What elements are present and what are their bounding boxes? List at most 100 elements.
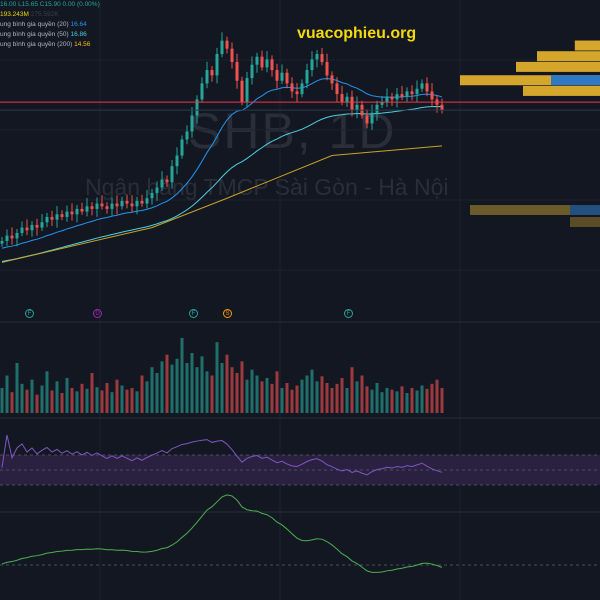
candle: [105, 206, 109, 209]
volume-profile-bar-up: [570, 205, 600, 215]
candle: [215, 54, 219, 76]
volume-bar: [405, 393, 409, 413]
candle: [70, 211, 74, 215]
candle: [260, 56, 264, 68]
volume-bar: [235, 373, 239, 413]
ma-value: 16.86: [70, 31, 87, 38]
ma-value: 14.56: [74, 41, 91, 48]
candle: [275, 70, 279, 81]
ma200-line: [1, 145, 443, 263]
candle: [185, 131, 189, 140]
candle: [290, 83, 294, 92]
volume-bar: [320, 376, 324, 413]
candle: [95, 203, 99, 209]
event-marker[interactable]: D: [93, 309, 102, 318]
volume-bar: [425, 388, 429, 413]
volume-bar: [165, 354, 169, 413]
candle: [170, 166, 174, 183]
candle: [10, 235, 14, 239]
candle: [15, 232, 19, 239]
candle: [405, 91, 409, 97]
candle: [200, 83, 204, 100]
volume-bar: [430, 383, 434, 413]
candle: [50, 216, 54, 220]
volume-bar: [340, 378, 344, 413]
volume-profile-bar: [537, 51, 600, 62]
volume-bar: [370, 389, 374, 413]
volume-bar: [15, 363, 19, 413]
volume-bar: [90, 373, 94, 413]
candle: [390, 96, 394, 100]
volume-bar: [60, 393, 64, 413]
candle: [320, 54, 324, 63]
volume-bar: [385, 388, 389, 413]
volume-bar: [0, 388, 4, 413]
candle: [125, 200, 129, 204]
volume-bar: [185, 363, 189, 413]
volume-profile-bar: [570, 217, 600, 227]
volume-bar: [310, 369, 314, 413]
volume-bar: [255, 375, 259, 413]
candle: [135, 200, 139, 207]
candle: [220, 40, 224, 55]
volume-bar: [225, 354, 229, 413]
candle: [210, 70, 214, 76]
volume-bar: [365, 386, 369, 413]
legend: 16.00 L15.65 C15.90 0.00 (0.00%) 193.243…: [0, 0, 100, 50]
event-marker[interactable]: F: [25, 309, 34, 318]
volume-bar: [415, 390, 419, 413]
candle: [280, 72, 284, 81]
event-marker[interactable]: S: [223, 309, 232, 318]
candle: [160, 179, 164, 188]
volume-bar: [115, 379, 119, 413]
volume-bar: [30, 379, 34, 413]
candle: [0, 240, 4, 244]
candle: [375, 104, 379, 113]
volume-bar: [420, 385, 424, 413]
candle: [225, 40, 229, 49]
volume-bar: [10, 392, 14, 413]
candle: [400, 94, 404, 97]
ma200-legend[interactable]: ung bình gia quyền (200) 14.56: [0, 40, 100, 50]
volume-bar: [355, 381, 359, 413]
volume-bar: [100, 390, 104, 413]
volume-bar: [375, 383, 379, 413]
candle: [100, 203, 104, 207]
event-marker[interactable]: F: [344, 309, 353, 318]
volume-bar: [300, 379, 304, 413]
volume-bar: [95, 387, 99, 413]
candle: [270, 59, 274, 71]
volume-profile-bar-up: [551, 75, 600, 86]
ma50-legend[interactable]: ung bình gia quyền (50) 16.86: [0, 30, 100, 40]
volume-bar: [360, 375, 364, 413]
event-marker[interactable]: F: [189, 309, 198, 318]
volume-bar: [70, 388, 74, 413]
candle: [340, 94, 344, 103]
volume-bar: [160, 361, 164, 413]
volume-bar: [290, 389, 294, 413]
candle: [145, 198, 149, 204]
brand-watermark: vuacophieu.org: [297, 25, 417, 42]
volume-bar: [210, 375, 214, 413]
volume-bar: [105, 383, 109, 413]
candle: [25, 227, 29, 231]
oscillator-line: [1, 494, 443, 573]
candle: [55, 214, 59, 220]
chart-canvas[interactable]: [0, 0, 600, 600]
candle: [140, 200, 144, 204]
ma20-legend[interactable]: ung bình gia quyền (20) 16.64: [0, 20, 100, 30]
candle: [350, 96, 354, 111]
candle: [245, 78, 249, 103]
volume-bar: [435, 379, 439, 413]
candle: [165, 179, 169, 183]
volume-bar: [20, 383, 24, 413]
volume-bar: [200, 356, 204, 413]
volume-profile-bar: [470, 205, 570, 215]
volume-profile-bar: [516, 61, 600, 72]
candle: [250, 64, 254, 79]
chart-window[interactable]: SHB, 1D Ngân hàng TMCP Sài Gòn - Hà Nội …: [0, 0, 600, 600]
ma-label: ung bình gia quyền (50): [0, 31, 69, 38]
candle: [30, 224, 34, 231]
volume-bar: [285, 383, 289, 413]
candle: [310, 59, 314, 71]
